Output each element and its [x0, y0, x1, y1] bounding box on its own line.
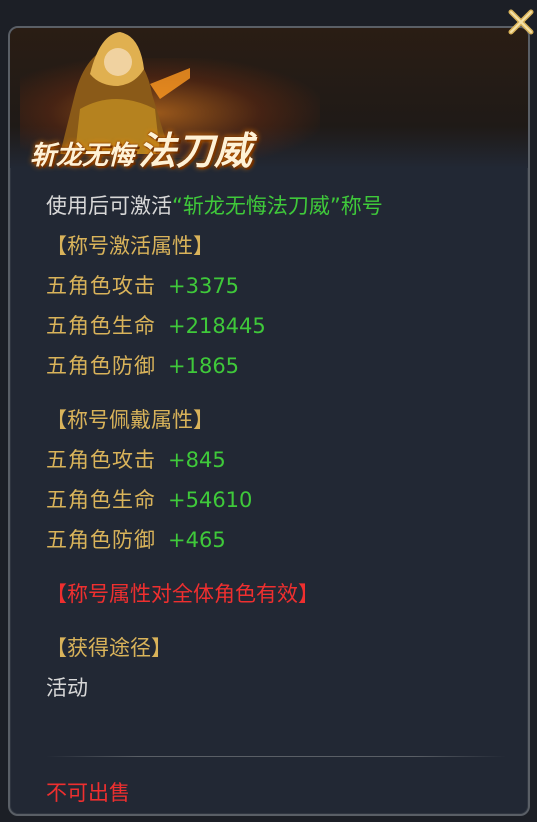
stat-label: 五角色生命: [46, 314, 156, 338]
activate-header: 【称号激活属性】: [46, 234, 214, 258]
stat-row: 五角色防御 +1865: [46, 346, 516, 386]
stat-row: 五角色攻击 +845: [46, 440, 516, 480]
stat-label: 五角色防御: [46, 528, 156, 552]
intro-prefix: 使用后可激活: [46, 194, 172, 218]
source-value: 活动: [46, 676, 88, 700]
stat-label: 五角色生命: [46, 488, 156, 512]
stat-row: 五角色生命 +218445: [46, 306, 516, 346]
tooltip-content: 使用后可激活“斩龙无悔法刀威”称号 【称号激活属性】 五角色攻击 +3375 五角…: [46, 186, 516, 708]
title-name-part1: 斩龙无悔: [30, 141, 135, 171]
divider: [46, 756, 506, 757]
stat-label: 五角色攻击: [46, 274, 156, 298]
intro-suffix: 称号: [340, 194, 383, 218]
stat-row: 五角色生命 +54610: [46, 480, 516, 520]
stat-row: 五角色防御 +465: [46, 520, 516, 560]
title-banner: 斩龙无悔 法刀威: [10, 28, 528, 173]
intro-line: 使用后可激活“斩龙无悔法刀威”称号: [46, 186, 516, 226]
stat-label: 五角色攻击: [46, 448, 156, 472]
close-icon[interactable]: [505, 6, 537, 38]
title-name-art: 斩龙无悔 法刀威: [30, 120, 252, 175]
stat-value: +465: [168, 528, 226, 552]
intro-title-name: “斩龙无悔法刀威”: [172, 194, 341, 218]
stat-value: +845: [168, 448, 226, 472]
stat-value: +218445: [168, 314, 266, 338]
stat-value: +54610: [168, 488, 253, 512]
stat-label: 五角色防御: [46, 354, 156, 378]
wear-header: 【称号佩戴属性】: [46, 408, 214, 432]
source-header: 【获得途径】: [46, 636, 172, 660]
stat-value: +1865: [168, 354, 240, 378]
title-name-part2: 法刀威: [138, 128, 253, 173]
stat-value: +3375: [168, 274, 240, 298]
stat-row: 五角色攻击 +3375: [46, 266, 516, 306]
item-tooltip-panel: 斩龙无悔 法刀威 使用后可激活“斩龙无悔法刀威”称号 【称号激活属性】 五角色攻击…: [8, 26, 530, 816]
not-for-sale-label: 不可出售: [46, 781, 130, 805]
effect-note: 【称号属性对全体角色有效】: [46, 582, 319, 606]
